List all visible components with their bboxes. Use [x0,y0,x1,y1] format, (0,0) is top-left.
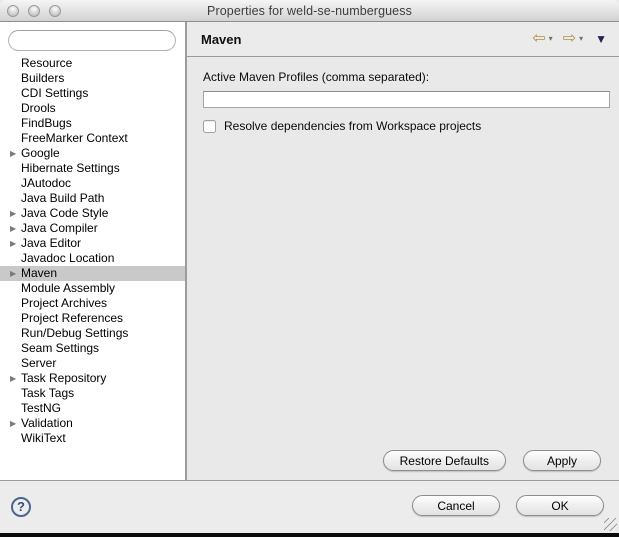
sidebar: ResourceBuildersCDI SettingsDroolsFindBu… [0,22,187,480]
tree-item-run-debug-settings[interactable]: Run/Debug Settings [0,326,185,341]
tree-item-seam-settings[interactable]: Seam Settings [0,341,185,356]
ok-button[interactable]: OK [516,495,604,516]
tree-item-java-code-style[interactable]: ▶Java Code Style [0,206,185,221]
profiles-input[interactable] [203,91,610,108]
header-nav: ⇦ ▾ ⇨ ▾ ▼ [532,31,607,47]
window-bottom-edge [0,533,619,537]
forward-arrow-icon[interactable]: ⇨ [563,31,576,47]
tree-item-java-editor[interactable]: ▶Java Editor [0,236,185,251]
tree-item-maven[interactable]: ▶Maven [0,266,185,281]
disclosure-triangle-icon[interactable]: ▶ [10,416,21,431]
restore-defaults-button[interactable]: Restore Defaults [383,450,506,471]
resolve-dependencies-checkbox[interactable] [203,120,216,133]
tree-item-label: Hibernate Settings [21,161,120,176]
tree-item-task-tags[interactable]: Task Tags [0,386,185,401]
tree-item-module-assembly[interactable]: Module Assembly [0,281,185,296]
maven-settings-panel: Active Maven Profiles (comma separated):… [187,57,619,480]
help-button[interactable]: ? [11,497,31,517]
tree-item-label: Project References [21,311,123,326]
tree-item-jautodoc[interactable]: JAutodoc [0,176,185,191]
tree-item-label: Seam Settings [21,341,99,356]
tree-item-findbugs[interactable]: FindBugs [0,116,185,131]
tree-item-freemarker-context[interactable]: FreeMarker Context [0,131,185,146]
disclosure-triangle-icon[interactable]: ▶ [10,206,21,221]
resolve-dependencies-row: Resolve dependencies from Workspace proj… [203,119,610,133]
tree-item-label: Google [21,146,60,161]
tree-item-hibernate-settings[interactable]: Hibernate Settings [0,161,185,176]
dialog-buttons: Cancel OK [412,495,604,516]
tree-item-label: Maven [21,266,57,281]
tree-item-testng[interactable]: TestNG [0,401,185,416]
tree-item-project-references[interactable]: Project References [0,311,185,326]
back-dropdown-icon[interactable]: ▾ [549,35,553,43]
tree-item-label: Project Archives [21,296,107,311]
tree-item-google[interactable]: ▶Google [0,146,185,161]
tree-item-label: WikiText [21,431,66,446]
tree-item-label: Validation [21,416,73,431]
tree-item-label: Java Editor [21,236,81,251]
content-pane: Maven ⇦ ▾ ⇨ ▾ ▼ Active Maven Profiles (c… [187,22,619,480]
apply-button[interactable]: Apply [523,450,601,471]
profiles-label: Active Maven Profiles (comma separated): [203,70,610,84]
back-arrow-icon[interactable]: ⇦ [532,31,545,47]
disclosure-triangle-icon[interactable]: ▶ [10,236,21,251]
tree-item-label: Java Code Style [21,206,108,221]
tree-item-label: Builders [21,71,64,86]
tree-item-label: FreeMarker Context [21,131,128,146]
tree-item-server[interactable]: Server [0,356,185,371]
tree-item-project-archives[interactable]: Project Archives [0,296,185,311]
tree-item-java-compiler[interactable]: ▶Java Compiler [0,221,185,236]
filter-input[interactable] [8,30,176,51]
properties-dialog: Properties for weld-se-numberguess Resou… [0,0,619,537]
tree-item-wikitext[interactable]: WikiText [0,431,185,446]
tree-item-validation[interactable]: ▶Validation [0,416,185,431]
page-title: Maven [201,32,532,47]
tree-item-javadoc-location[interactable]: Javadoc Location [0,251,185,266]
cancel-button[interactable]: Cancel [412,495,500,516]
tree-item-label: Drools [21,101,56,116]
tree-item-task-repository[interactable]: ▶Task Repository [0,371,185,386]
content-header: Maven ⇦ ▾ ⇨ ▾ ▼ [187,22,619,57]
disclosure-triangle-icon[interactable]: ▶ [10,221,21,236]
tree-item-label: Resource [21,56,72,71]
tree-item-cdi-settings[interactable]: CDI Settings [0,86,185,101]
minimize-button[interactable] [28,5,40,17]
disclosure-triangle-icon[interactable]: ▶ [10,266,21,281]
tree-item-label: Java Compiler [21,221,98,236]
window-controls [7,5,61,17]
titlebar[interactable]: Properties for weld-se-numberguess [0,0,619,22]
tree-item-label: Java Build Path [21,191,104,206]
filter-container [0,22,185,55]
tree-item-label: Run/Debug Settings [21,326,128,341]
tree-item-label: Module Assembly [21,281,115,296]
tree-item-label: Server [21,356,56,371]
tree-item-label: JAutodoc [21,176,71,191]
resolve-dependencies-label: Resolve dependencies from Workspace proj… [224,119,481,133]
tree-item-label: TestNG [21,401,61,416]
tree-item-label: CDI Settings [21,86,88,101]
tree-item-label: Javadoc Location [21,251,114,266]
footer-bar: ? Cancel OK [0,481,619,533]
tree-item-label: Task Repository [21,371,106,386]
tree-item-java-build-path[interactable]: Java Build Path [0,191,185,206]
properties-tree: ResourceBuildersCDI SettingsDroolsFindBu… [0,55,185,480]
panel-buttons: Restore Defaults Apply [383,450,601,471]
view-menu-icon[interactable]: ▼ [595,33,607,45]
disclosure-triangle-icon[interactable]: ▶ [10,371,21,386]
resize-grip-icon[interactable] [604,518,617,531]
zoom-button[interactable] [49,5,61,17]
close-button[interactable] [7,5,19,17]
disclosure-triangle-icon[interactable]: ▶ [10,146,21,161]
window-title: Properties for weld-se-numberguess [207,4,412,18]
tree-item-label: Task Tags [21,386,74,401]
tree-item-drools[interactable]: Drools [0,101,185,116]
tree-item-builders[interactable]: Builders [0,71,185,86]
main-area: ResourceBuildersCDI SettingsDroolsFindBu… [0,22,619,481]
forward-dropdown-icon[interactable]: ▾ [579,35,583,43]
tree-item-resource[interactable]: Resource [0,56,185,71]
tree-item-label: FindBugs [21,116,72,131]
